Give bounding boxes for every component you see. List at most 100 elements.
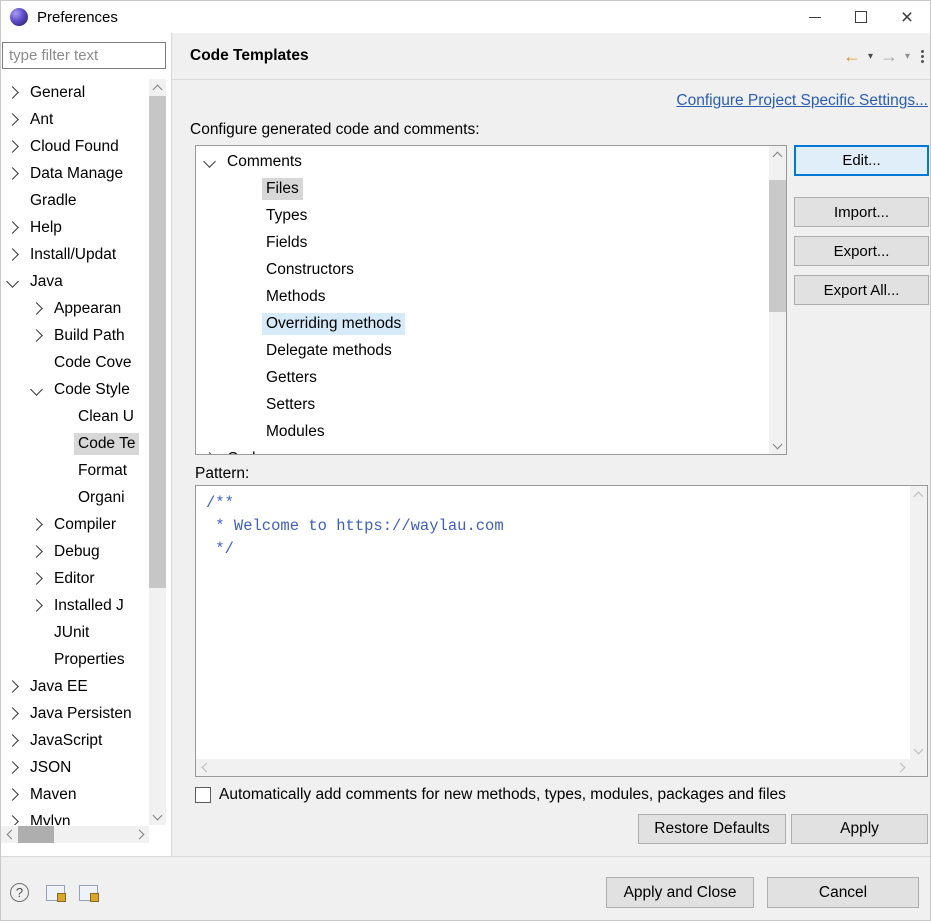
template-tree-item[interactable]: Delegate methods: [196, 337, 769, 364]
template-tree-item[interactable]: Fields: [196, 229, 769, 256]
tree-item[interactable]: Mylyn: [1, 808, 149, 825]
restore-defaults-button[interactable]: Restore Defaults: [638, 814, 786, 844]
tree-item[interactable]: Code Style: [1, 376, 149, 403]
tree-item[interactable]: Help: [1, 214, 149, 241]
pattern-editor[interactable]: /** * Welcome to https://waylau.com */: [195, 485, 928, 777]
chevron-icon[interactable]: [203, 155, 216, 168]
template-tree-item[interactable]: Types: [196, 202, 769, 229]
tree-item[interactable]: Code Te: [1, 430, 149, 457]
chevron-icon[interactable]: [6, 221, 19, 234]
tree-item[interactable]: Install/Updat: [1, 241, 149, 268]
tree-item[interactable]: Gradle: [1, 187, 149, 214]
scroll-up-button[interactable]: [910, 486, 927, 503]
scrollbar-thumb[interactable]: [149, 96, 166, 588]
edit-button[interactable]: Edit...: [794, 145, 929, 176]
tree-item[interactable]: Installed J: [1, 592, 149, 619]
chevron-icon[interactable]: [6, 140, 19, 153]
sidebar-horizontal-scrollbar[interactable]: [1, 826, 149, 843]
scroll-up-button[interactable]: [769, 146, 786, 163]
tree-item[interactable]: Debug: [1, 538, 149, 565]
tree-item[interactable]: Java Persisten: [1, 700, 149, 727]
scroll-left-button[interactable]: [196, 759, 213, 776]
help-button[interactable]: ?: [10, 883, 29, 902]
tree-item[interactable]: Editor: [1, 565, 149, 592]
chevron-icon[interactable]: [30, 545, 43, 558]
import-preferences-icon[interactable]: [79, 885, 98, 901]
template-tree-item[interactable]: Modules: [196, 418, 769, 445]
chevron-icon[interactable]: [30, 302, 43, 315]
template-tree-item[interactable]: Files: [196, 175, 769, 202]
export-preferences-icon[interactable]: [46, 885, 65, 901]
minimize-button[interactable]: [792, 1, 838, 33]
export-button[interactable]: Export...: [794, 236, 929, 266]
chevron-icon[interactable]: [6, 761, 19, 774]
auto-comments-checkbox[interactable]: [195, 787, 211, 803]
scroll-right-button[interactable]: [132, 826, 149, 843]
tree-item[interactable]: Ant: [1, 106, 149, 133]
tree-item[interactable]: Organi: [1, 484, 149, 511]
pattern-text[interactable]: /** * Welcome to https://waylau.com */: [196, 486, 910, 759]
pattern-horizontal-scrollbar[interactable]: [196, 759, 910, 776]
chevron-icon[interactable]: [30, 572, 43, 585]
template-tree-item[interactable]: Code: [196, 445, 769, 454]
templates-vertical-scrollbar[interactable]: [769, 146, 786, 454]
scroll-down-button[interactable]: [769, 437, 786, 454]
scrollbar-thumb[interactable]: [18, 826, 54, 843]
scroll-down-button[interactable]: [910, 742, 927, 759]
forward-icon[interactable]: →: [880, 46, 898, 67]
template-tree-item[interactable]: Comments: [196, 148, 769, 175]
import-button[interactable]: Import...: [794, 197, 929, 227]
chevron-icon[interactable]: [30, 599, 43, 612]
template-tree-item[interactable]: Overriding methods: [196, 310, 769, 337]
filter-input[interactable]: [2, 42, 166, 69]
template-tree-item[interactable]: Constructors: [196, 256, 769, 283]
chevron-icon[interactable]: [6, 788, 19, 801]
chevron-icon[interactable]: [6, 167, 19, 180]
tree-item[interactable]: Code Cove: [1, 349, 149, 376]
scroll-left-button[interactable]: [1, 826, 18, 843]
chevron-icon[interactable]: [30, 383, 43, 396]
chevron-icon[interactable]: [6, 86, 19, 99]
scroll-right-button[interactable]: [893, 759, 910, 776]
chevron-icon[interactable]: [6, 734, 19, 747]
tree-item[interactable]: Java: [1, 268, 149, 295]
tree-item[interactable]: Appearan: [1, 295, 149, 322]
chevron-icon[interactable]: [30, 518, 43, 531]
tree-item[interactable]: Build Path: [1, 322, 149, 349]
tree-item[interactable]: Cloud Found: [1, 133, 149, 160]
tree-item[interactable]: Compiler: [1, 511, 149, 538]
export-all-button[interactable]: Export All...: [794, 275, 929, 305]
sidebar-vertical-scrollbar[interactable]: [149, 79, 166, 825]
apply-and-close-button[interactable]: Apply and Close: [606, 877, 754, 908]
scroll-up-button[interactable]: [149, 79, 166, 96]
chevron-icon[interactable]: [6, 275, 19, 288]
chevron-icon[interactable]: [6, 113, 19, 126]
tree-item[interactable]: JUnit: [1, 619, 149, 646]
template-tree-item[interactable]: Getters: [196, 364, 769, 391]
chevron-icon[interactable]: [203, 452, 216, 454]
view-menu-icon[interactable]: [921, 50, 924, 63]
chevron-icon[interactable]: [6, 248, 19, 261]
pattern-vertical-scrollbar[interactable]: [910, 486, 927, 759]
tree-item[interactable]: Format: [1, 457, 149, 484]
tree-item[interactable]: Java EE: [1, 673, 149, 700]
chevron-icon[interactable]: [6, 707, 19, 720]
tree-item[interactable]: Properties: [1, 646, 149, 673]
tree-item[interactable]: General: [1, 79, 149, 106]
tree-item[interactable]: JavaScript: [1, 727, 149, 754]
cancel-button[interactable]: Cancel: [767, 877, 919, 908]
apply-button[interactable]: Apply: [791, 814, 928, 844]
back-history-chevron-icon[interactable]: ▾: [868, 51, 873, 62]
tree-item[interactable]: Data Manage: [1, 160, 149, 187]
forward-history-chevron-icon[interactable]: ▾: [905, 51, 910, 62]
scroll-down-button[interactable]: [149, 808, 166, 825]
tree-item[interactable]: JSON: [1, 754, 149, 781]
chevron-icon[interactable]: [6, 680, 19, 693]
maximize-button[interactable]: [838, 1, 884, 33]
configure-project-specific-link[interactable]: Configure Project Specific Settings...: [676, 92, 928, 110]
chevron-icon[interactable]: [30, 329, 43, 342]
template-tree-item[interactable]: Setters: [196, 391, 769, 418]
tree-item[interactable]: Clean U: [1, 403, 149, 430]
close-button[interactable]: ×: [884, 1, 930, 33]
template-tree-item[interactable]: Methods: [196, 283, 769, 310]
